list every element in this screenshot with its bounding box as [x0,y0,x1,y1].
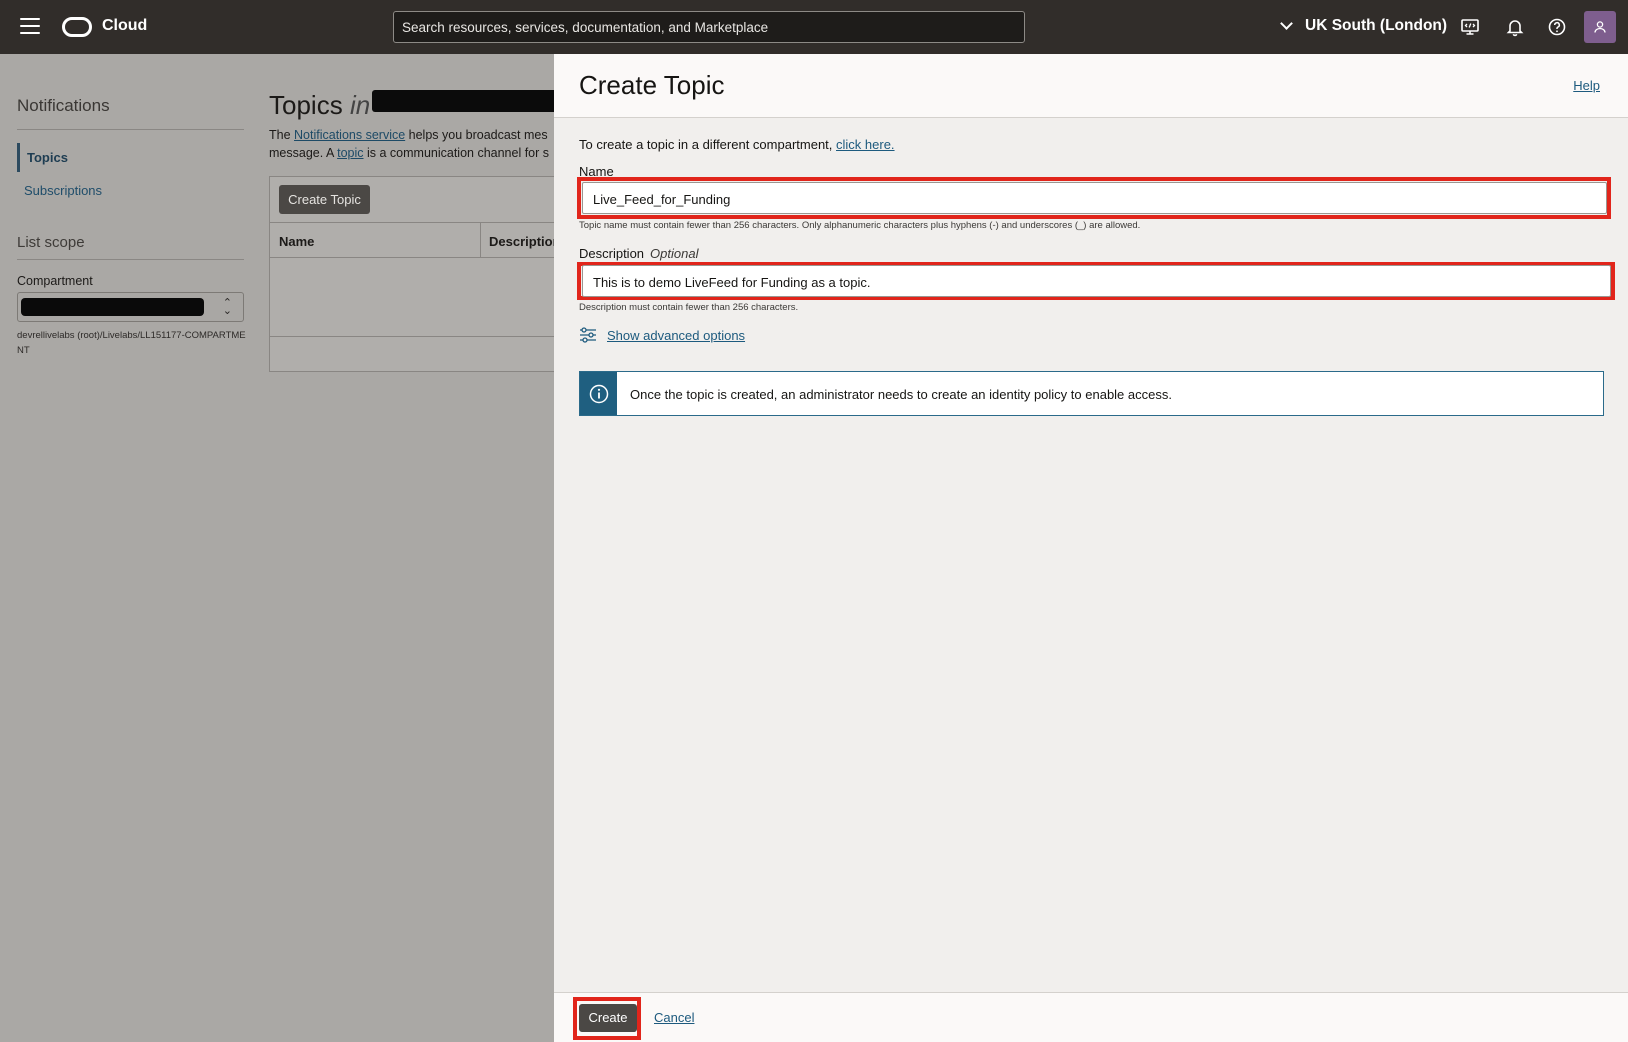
region-label: UK South (London) [1305,17,1448,34]
search-input[interactable]: Search resources, services, documentatio… [393,11,1025,43]
menu-icon[interactable] [20,18,40,36]
page-title: Topics in [269,90,370,121]
cloud-shell-icon[interactable] [1460,17,1480,37]
desc-text: The [269,128,295,142]
intro-text: To create a topic in a different compart… [579,137,837,152]
description-label-text: Description [579,246,645,261]
topics-table: Create Topic Name Description [269,176,554,372]
brand-label[interactable]: Cloud [102,17,147,35]
compartment-path: devrellivelabs (root)/Livelabs/LL151177-… [17,330,246,356]
notifications-service-link[interactable]: Notifications service [294,128,405,142]
sliders-icon [580,327,596,343]
create-topic-panel: Create Topic Help To create a topic in a… [554,54,1628,1042]
create-topic-button[interactable]: Create Topic [279,185,370,214]
redacted-compartment-name [372,90,554,112]
user-icon [1594,21,1606,33]
nav-item-topics[interactable]: Topics [17,143,68,172]
divider [17,129,244,130]
click-here-link[interactable]: click here. [836,137,895,152]
help-link[interactable]: Help [1573,78,1600,93]
page-description: The Notifications service helps you broa… [269,126,549,162]
cancel-link[interactable]: Cancel [654,1010,694,1025]
page-title-in: in [349,90,371,120]
chevron-down-icon [1280,17,1293,30]
column-description[interactable]: Description [489,234,554,249]
page-title-text: Topics [269,90,343,120]
nav-title: Notifications [17,96,110,115]
description-hint: Description must contain fewer than 256 … [579,302,799,313]
desc-text: helps you broadcast mes [405,128,548,142]
background-page: Notifications Topics Subscriptions List … [0,54,554,1042]
compartment-label: Compartment [17,274,93,288]
column-separator [480,223,481,258]
help-icon[interactable] [1547,17,1567,37]
desc-text: is a communication channel for s [363,146,550,160]
oracle-logo-icon[interactable] [62,17,92,37]
optional-tag: Optional [650,246,699,261]
table-footer-divider [270,336,554,337]
show-advanced-options[interactable]: Show advanced options [579,327,745,343]
column-name[interactable]: Name [279,234,314,249]
redacted-text [21,298,204,316]
region-selector[interactable]: UK South (London) [1280,17,1448,35]
panel-title: Create Topic [579,70,725,100]
show-advanced-options-label[interactable]: Show advanced options [607,328,745,343]
nav-item-subscriptions[interactable]: Subscriptions [24,183,102,198]
info-banner: Once the topic is created, an administra… [579,371,1604,416]
list-scope-title: List scope [17,234,85,251]
create-button[interactable]: Create [579,1004,637,1032]
table-header: Name Description [270,222,554,258]
name-hint: Topic name must contain fewer than 256 c… [579,220,1141,231]
select-arrows-icon: ⌃ ⌄ [222,297,232,317]
topic-link[interactable]: topic [337,146,363,160]
description-label: Description Optional [579,246,698,261]
divider [17,259,244,260]
info-icon-bar [580,372,617,415]
info-icon [589,384,608,403]
panel-header: Create Topic Help [554,54,1628,118]
bell-icon[interactable] [1505,17,1525,37]
top-bar: Cloud Search resources, services, docume… [0,0,1628,54]
user-avatar[interactable] [1584,11,1616,43]
compartment-intro: To create a topic in a different compart… [579,137,895,152]
name-input[interactable]: Live_Feed_for_Funding [582,182,1607,214]
desc-text: message. A [269,146,338,160]
description-input[interactable]: This is to demo LiveFeed for Funding as … [582,265,1611,297]
panel-footer: Create Cancel [554,992,1628,1042]
compartment-select[interactable]: ⌃ ⌄ [17,292,244,322]
info-message: Once the topic is created, an administra… [630,387,1172,402]
